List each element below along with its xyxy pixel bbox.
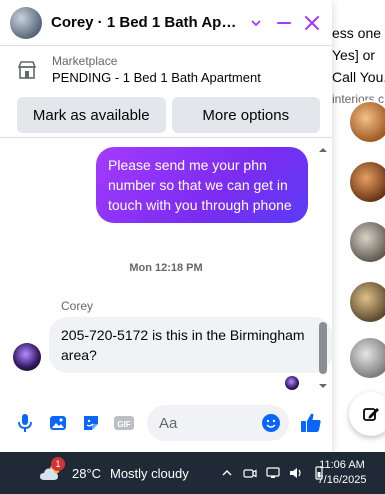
seen-indicator-avatar	[285, 376, 299, 390]
scrollbar-thumb[interactable]	[319, 322, 327, 374]
minimize-icon	[277, 21, 291, 24]
scrollbar[interactable]	[317, 146, 329, 390]
emoji-icon[interactable]	[261, 413, 281, 433]
sender-name: Corey	[61, 299, 94, 313]
avatar[interactable]	[13, 343, 41, 371]
background-thumbnail[interactable]	[348, 220, 385, 264]
windows-taskbar: 1 28°C Mostly cloudy 11:06 AM 7/16/2025	[0, 452, 385, 494]
close-icon	[305, 15, 319, 30]
chat-title[interactable]: Corey · 1 Bed 1 Bath Apart...	[51, 14, 242, 31]
chat-window: Corey · 1 Bed 1 Bath Apart... Marketplac…	[0, 0, 332, 452]
thumbs-up-icon[interactable]	[299, 411, 323, 435]
message-input-wrapper	[147, 405, 289, 441]
compose-icon	[363, 408, 379, 421]
clock-date: 7/16/2025	[317, 474, 367, 486]
taskbar-clock[interactable]: 11:06 AM 7/16/2025	[316, 458, 368, 488]
chat-header[interactable]: Corey · 1 Bed 1 Bath Apart...	[0, 0, 332, 46]
background-line: Yes] or	[332, 47, 376, 63]
message-input[interactable]	[147, 405, 257, 441]
listing-label: Marketplace	[52, 54, 118, 68]
weather-condition[interactable]: Mostly cloudy	[110, 466, 189, 481]
svg-text:GIF: GIF	[117, 420, 130, 429]
scroll-down-arrow-icon[interactable]	[319, 382, 327, 390]
system-tray	[218, 464, 328, 482]
background-thumbnail[interactable]	[348, 280, 385, 324]
microphone-icon[interactable]	[14, 412, 36, 434]
weather-notification-badge: 1	[51, 457, 65, 471]
incoming-message[interactable]: 205-720-5172 is this in the Birmingham a…	[49, 317, 332, 373]
network-icon[interactable]	[264, 464, 282, 482]
photo-icon[interactable]	[47, 412, 69, 434]
background-post-text: ess one Yes] or Call You. interiors.c	[332, 22, 385, 110]
message-timestamp: Mon 12:18 PM	[129, 262, 203, 274]
gif-icon[interactable]: GIF	[113, 412, 135, 434]
chevron-down-icon[interactable]	[242, 9, 270, 37]
sticker-icon[interactable]	[80, 412, 102, 434]
close-button[interactable]	[298, 9, 326, 37]
background-line: ess one	[332, 25, 382, 41]
background-thumbnail[interactable]	[348, 160, 385, 204]
weather-temperature[interactable]: 28°C	[72, 466, 101, 481]
message-composer: GIF	[0, 402, 332, 444]
mark-as-available-button[interactable]: Mark as available	[17, 97, 166, 133]
scroll-up-arrow-icon[interactable]	[319, 146, 327, 154]
clock-time: 11:06 AM	[319, 459, 365, 471]
camera-icon[interactable]	[241, 464, 259, 482]
listing-actions: Mark as available More options	[0, 94, 332, 138]
minimize-button[interactable]	[270, 9, 298, 37]
outgoing-message[interactable]: Please send me your phn number so that w…	[96, 147, 308, 223]
background-thumbnail[interactable]	[348, 336, 385, 380]
more-options-button[interactable]: More options	[171, 97, 320, 133]
avatar[interactable]	[10, 6, 42, 39]
marketplace-listing[interactable]: Marketplace PENDING - 1 Bed 1 Bath Apart…	[0, 46, 332, 94]
marketplace-icon	[17, 61, 37, 79]
listing-status: PENDING - 1 Bed 1 Bath Apartment	[52, 70, 261, 85]
message-list: Please send me your phn number so that w…	[0, 144, 332, 394]
volume-icon[interactable]	[287, 464, 305, 482]
new-message-button[interactable]	[349, 392, 385, 436]
background-line: Call You.	[332, 69, 385, 85]
chevron-up-icon[interactable]	[218, 464, 236, 482]
background-thumbnail[interactable]	[348, 100, 385, 144]
